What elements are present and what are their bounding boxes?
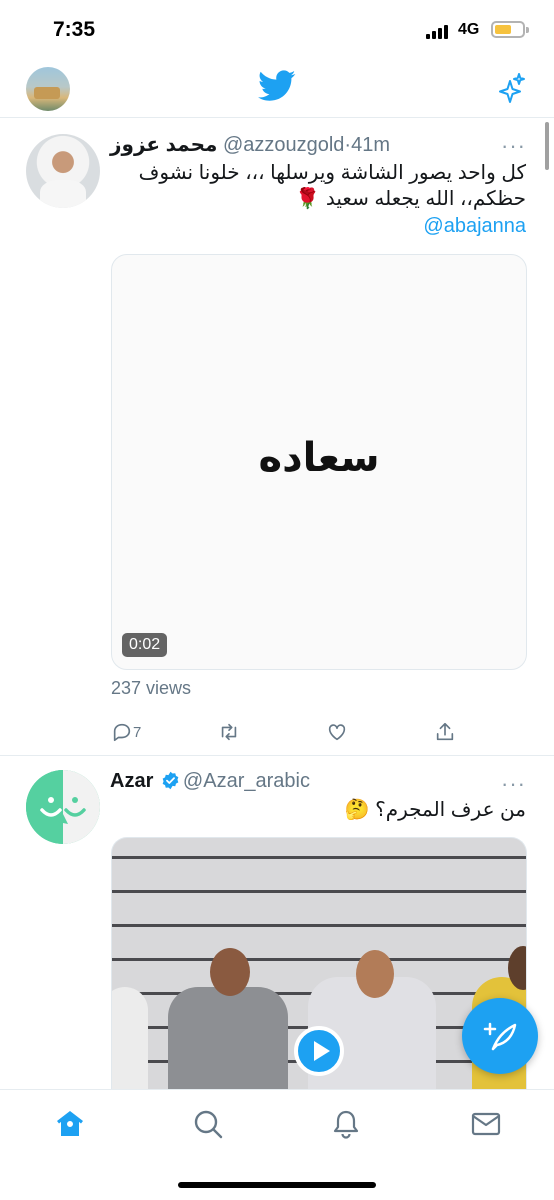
author-avatar[interactable] (26, 770, 100, 844)
reply-count: 7 (133, 723, 142, 741)
tweet-time: 41m (351, 134, 390, 156)
share-icon (436, 722, 454, 741)
view-count: 237 views (111, 678, 192, 698)
tab-notifications[interactable] (330, 1108, 362, 1140)
home-icon (57, 1111, 83, 1136)
retweet-icon (221, 723, 237, 741)
share-button[interactable] (434, 719, 456, 745)
tweet-header: Azar @Azar_arabic (110, 770, 310, 796)
play-icon[interactable] (294, 1026, 344, 1076)
author-handle[interactable]: @Azar_arabic (183, 770, 310, 792)
twitter-logo-icon[interactable] (258, 70, 296, 102)
scrollbar[interactable] (545, 122, 549, 170)
mail-icon (471, 1112, 501, 1136)
mention-link[interactable]: @abajanna (423, 215, 526, 238)
video-caption: سعاده (258, 435, 380, 481)
home-indicator[interactable] (178, 1182, 376, 1188)
video-duration-badge: 0:02 (122, 633, 168, 657)
author-name[interactable]: Azar (110, 770, 153, 792)
tweet[interactable]: محمد عزوز @azzouzgold·41m ··· كل واحد يص… (0, 119, 554, 756)
like-icon (328, 724, 346, 741)
more-options-button[interactable]: ··· (501, 133, 526, 159)
compose-tweet-button[interactable] (462, 998, 538, 1074)
sparkle-icon[interactable] (494, 72, 528, 106)
tweet-actions: 7 (111, 719, 527, 747)
signal-icon (426, 25, 452, 39)
status-time: 7:35 (53, 18, 96, 41)
network-type: 4G (458, 21, 480, 38)
top-nav-bar (0, 58, 554, 118)
like-button[interactable] (326, 719, 348, 745)
author-handle[interactable]: @azzouzgold (223, 134, 344, 156)
author-name[interactable]: محمد عزوز (110, 134, 217, 156)
search-icon (194, 1110, 223, 1139)
profile-avatar[interactable] (26, 67, 70, 111)
bell-icon (333, 1110, 359, 1139)
reply-icon (113, 723, 131, 742)
more-options-button[interactable]: ··· (501, 771, 526, 797)
tab-home[interactable] (54, 1108, 86, 1140)
author-avatar[interactable] (26, 134, 100, 208)
reply-button[interactable]: 7 (111, 719, 141, 745)
tab-search[interactable] (192, 1108, 224, 1140)
tweet-text: من عرف المجرم؟ 🤔 (344, 799, 526, 821)
retweet-button[interactable] (218, 719, 240, 745)
status-bar: 7:35 4G (0, 0, 554, 58)
tweet-text: كل واحد يصور الشاشة ويرسلها ،،، خلونا نش… (138, 162, 526, 210)
battery-icon (491, 21, 529, 38)
compose-icon (483, 1022, 517, 1051)
video-player[interactable]: سعاده 0:02 (111, 254, 527, 670)
tweet-media-video[interactable] (111, 837, 527, 1097)
tweet-header: محمد عزوز @azzouzgold·41m (110, 132, 390, 158)
azar-logo-icon (26, 770, 100, 844)
tab-messages[interactable] (470, 1108, 502, 1140)
verified-icon (162, 771, 179, 790)
